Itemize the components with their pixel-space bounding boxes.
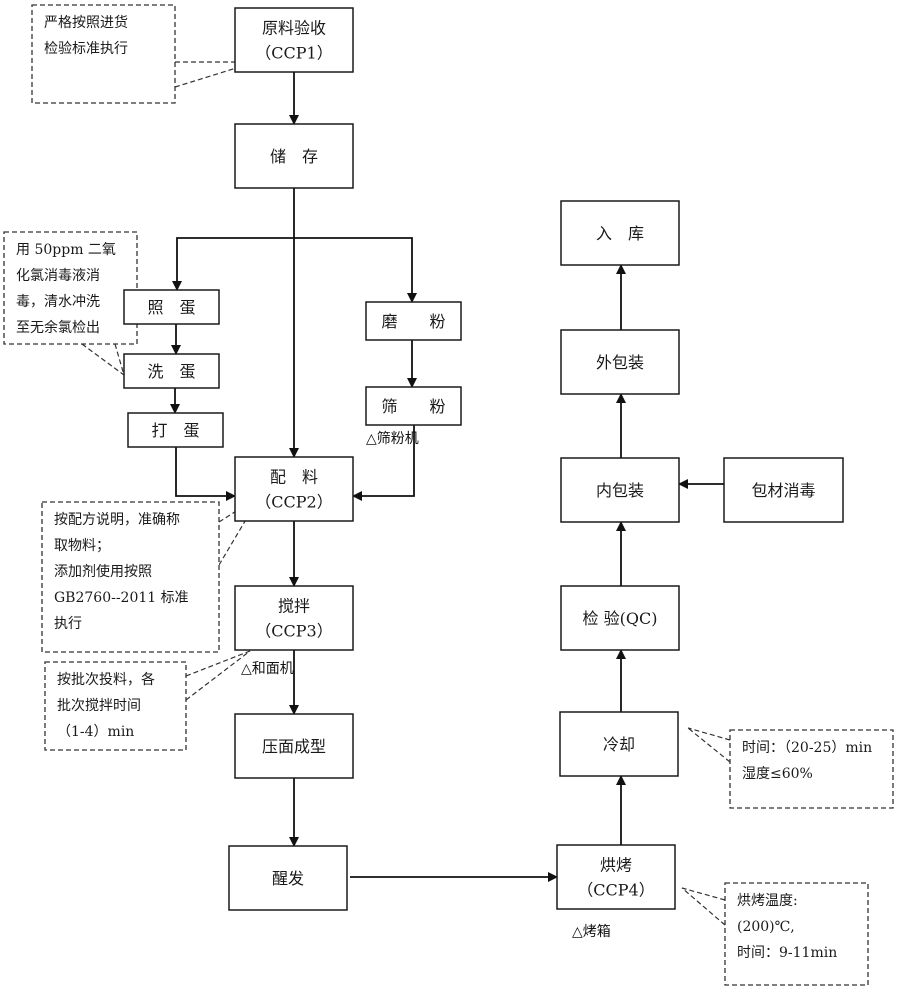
equipment-label-mixer: △和面机 [241, 661, 294, 677]
process-step-cooling: 冷却 [559, 711, 679, 777]
process-step-baking: 烘烤 （CCP4） [556, 844, 676, 910]
annotation-line: 烘烤温度: [737, 893, 798, 909]
process-label: 洗 蛋 [147, 362, 195, 381]
annotation-line: 时间：9-11min [737, 945, 837, 961]
process-step-proofing: 醒发 [228, 845, 348, 911]
process-label: 醒发 [272, 869, 304, 888]
process-label: 搅拌 [278, 597, 310, 616]
process-label: 烘烤 [600, 856, 632, 875]
annotation-line: 检验标准执行 [44, 41, 128, 57]
process-label: 压面成型 [262, 737, 326, 756]
process-label: 冷却 [603, 735, 635, 754]
process-label: （CCP3） [255, 622, 332, 641]
process-step-sift: 筛 粉 [365, 386, 462, 426]
annotation-ccp3-note: 按批次投料，各批次搅拌时间 （1-4）min [44, 661, 187, 751]
process-label: 打 蛋 [151, 421, 199, 440]
annotation-cooling-note: 时间：（20-25）min 湿度≤60% [729, 729, 894, 809]
process-label: 包材消毒 [751, 481, 815, 500]
annotation-ccp1-note: 严格按照进货检验标准执行 [31, 4, 176, 104]
annotation-line: 用 50ppm 二氧 [16, 242, 116, 258]
process-step-candle-egg: 照 蛋 [123, 289, 220, 325]
annotation-line: 化氯消毒液消 [16, 268, 100, 284]
annotation-line: 添加剂使用按照 [54, 563, 152, 580]
annotation-line: 按配方说明，准确称 [54, 512, 180, 528]
process-label: （CCP1） [255, 44, 332, 63]
annotation-baking-note: 烘烤温度: (200)℃, 时间：9-11min [724, 882, 869, 986]
flow-arrow-break-to-batching [175, 447, 236, 501]
process-label: （CCP4） [577, 881, 654, 900]
annotation-line: 湿度≤60% [742, 766, 813, 782]
process-label: 外包装 [596, 353, 644, 372]
process-label: 储 存 [270, 147, 318, 166]
annotation-line: 至无余氯检出 [16, 319, 100, 336]
annotation-leader-egg [81, 343, 125, 376]
annotation-line: 执行 [54, 616, 82, 632]
annotation-line: 严格按照进货 [44, 14, 128, 31]
annotation-line: 取物料； [54, 538, 110, 554]
annotation-line: 时间：（20-25）min [742, 740, 872, 756]
process-step-wash-egg: 洗 蛋 [123, 353, 220, 389]
process-step-raw-receive: 原料验收 （CCP1） [234, 7, 354, 73]
process-label: 筛 粉 [381, 397, 445, 416]
annotation-line: (200)℃, [737, 919, 795, 935]
equipment-label-oven: △烤箱 [572, 924, 611, 940]
process-flowchart: 严格按照进货 检验标准执行用 50ppm 二氧 化氯消毒液消 毒，清水冲洗 至无余氯检出… [0, 0, 906, 1000]
process-label: 检 验(QC) [583, 609, 658, 628]
process-label: 照 蛋 [147, 298, 195, 317]
process-label: （CCP2） [255, 493, 332, 512]
process-step-outer-pack: 外包装 [560, 329, 680, 395]
annotation-line: 按批次投料，各 [57, 672, 155, 688]
annotation-line: GB2760--2011 标准 [54, 590, 189, 606]
annotation-ccp2-note: 按配方说明，准确称取物料； 添加剂使用按照 GB2760--2011 标准执行 [41, 501, 220, 653]
process-step-pressing: 压面成型 [234, 713, 354, 779]
process-label: 磨 粉 [381, 312, 445, 331]
process-step-mixing: 搅拌 （CCP3） [234, 585, 354, 651]
annotation-leader-cooling [687, 727, 731, 763]
annotation-line: 毒，清水冲洗 [16, 294, 100, 310]
annotation-line: （1-4）min [57, 724, 134, 740]
annotation-leader-baking [681, 887, 726, 926]
process-step-batching: 配 料 （CCP2） [234, 456, 354, 522]
annotation-leader-cooling [687, 727, 731, 741]
flowchart-svg: 严格按照进货检验标准执行用 50ppm 二氧化氯消毒液消毒，清水冲洗至无余氯检出… [3, 4, 894, 986]
equipment-label-sifter: △筛粉机 [366, 431, 419, 447]
process-label: 配 料 [270, 468, 318, 487]
process-step-inspection: 检 验(QC) [560, 585, 680, 651]
process-label: 原料验收 [262, 19, 326, 38]
annotation-line: 批次搅拌时间 [57, 698, 141, 714]
process-step-pack-disinfect: 包材消毒 [723, 457, 844, 523]
process-step-storage: 储 存 [234, 123, 354, 189]
process-label: 内包装 [596, 481, 644, 500]
process-step-grind: 磨 粉 [365, 301, 462, 341]
annotation-leader-egg [114, 343, 125, 376]
process-step-inner-pack: 内包装 [560, 457, 680, 523]
annotation-egg-note: 用 50ppm 二氧化氯消毒液消毒，清水冲洗至无余氯检出 [3, 231, 138, 345]
flow-arrow-storage-to-candle [172, 237, 294, 291]
process-step-warehouse: 入 库 [560, 200, 680, 266]
process-label: 入 库 [596, 224, 644, 243]
process-step-break-egg: 打 蛋 [127, 412, 224, 448]
flow-arrow-storage-to-grind [294, 237, 417, 303]
annotation-leader-baking [681, 887, 726, 901]
